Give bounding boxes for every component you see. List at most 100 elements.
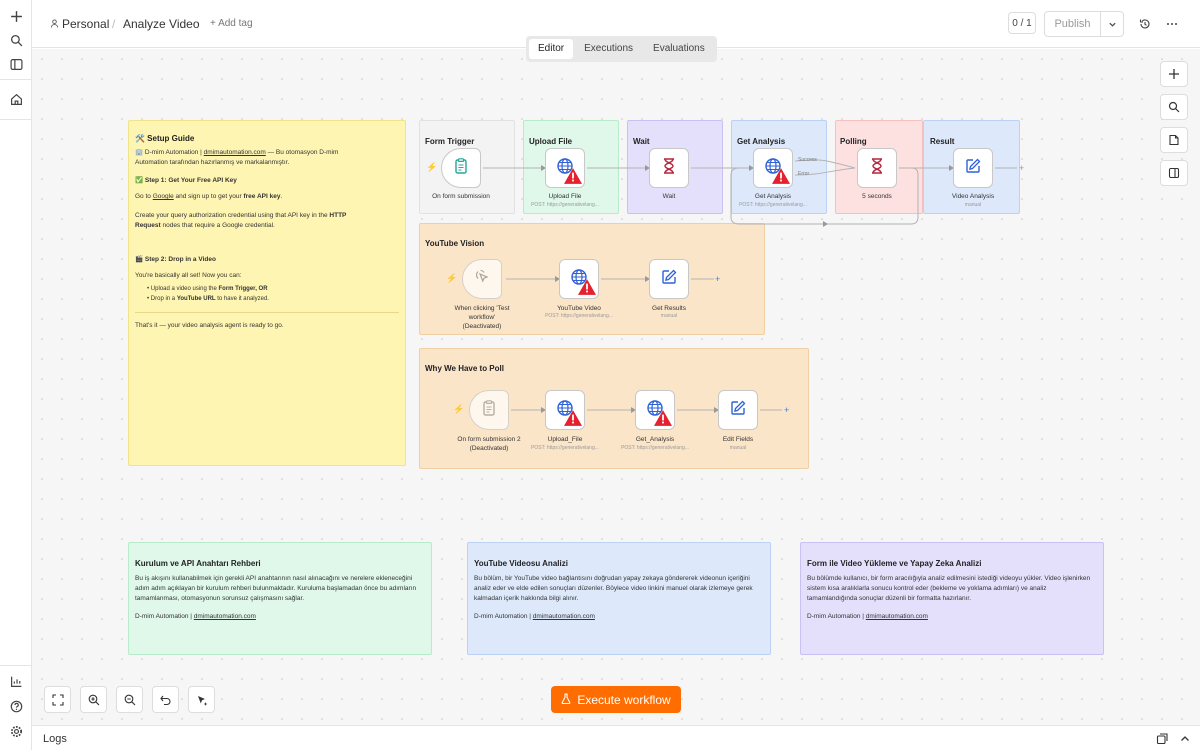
toggle-panel-button[interactable] <box>1160 160 1188 186</box>
zoom-out-button[interactable] <box>116 686 143 713</box>
when-clicking-line2: workflow' <box>468 314 496 321</box>
add-node-plus-icon[interactable]: + <box>784 406 789 415</box>
sub-video-analysis: manual <box>964 202 982 208</box>
note-form-video-brand: D-mim Automation | dmimautomation.com <box>807 612 1097 622</box>
when-clicking-line1: When clicking 'Test <box>454 305 510 312</box>
history-icon[interactable] <box>1139 17 1151 35</box>
label-youtube-video: YouTube Video <box>557 305 601 312</box>
note-youtube-brand: D-mim Automation | dmimautomation.com <box>474 612 764 622</box>
home-icon[interactable] <box>6 89 26 109</box>
workflow-canvas[interactable]: Editor Executions Evaluations 🛠️ Setup G… <box>32 36 1200 725</box>
node-polling[interactable] <box>857 148 897 188</box>
help-icon[interactable] <box>6 696 26 716</box>
note-form-video[interactable]: Form ile Video Yükleme ve Yapay Zeka Ana… <box>800 542 1104 655</box>
node-video-analysis[interactable] <box>953 148 993 188</box>
warning-icon <box>578 279 596 295</box>
node-edit-fields[interactable] <box>718 390 758 430</box>
edit-pencil-icon <box>964 157 982 180</box>
node-wait[interactable] <box>649 148 689 188</box>
workflow-name[interactable]: Analyze Video <box>123 17 200 31</box>
label-get-results: Get Results <box>652 305 686 312</box>
tidy-up-button[interactable] <box>188 686 215 713</box>
publish-split-button: Publish <box>1044 11 1124 37</box>
label-get-analysis: Get Analysis <box>754 193 792 200</box>
node-when-clicking-test[interactable] <box>462 259 502 299</box>
brand-link[interactable]: dmimautomation.com <box>533 613 595 620</box>
more-options-icon[interactable] <box>1166 17 1178 35</box>
sidebar-toggle-icon[interactable] <box>6 54 26 74</box>
node-get-results[interactable] <box>649 259 689 299</box>
node-upload-file-2[interactable] <box>545 390 585 430</box>
sub-get-results: manual <box>660 313 678 319</box>
zoom-in-button[interactable] <box>80 686 107 713</box>
label-edit-fields: Edit Fields <box>722 436 754 443</box>
node-on-form-submission[interactable] <box>441 148 481 188</box>
panel-icon <box>1168 167 1180 179</box>
chevron-up-icon[interactable] <box>1179 732 1191 750</box>
note-youtube-title: YouTube Videosu Analizi <box>474 559 568 568</box>
note-kurulum-title: Kurulum ve API Anahtarı Rehberi <box>135 559 261 568</box>
search-icon <box>1168 101 1180 113</box>
warning-icon <box>654 410 672 426</box>
note-kurulum[interactable]: Kurulum ve API Anahtarı Rehberi Bu iş ak… <box>128 542 432 655</box>
branch-success-label: Success <box>798 157 817 163</box>
add-sticky-button[interactable] <box>1160 127 1188 153</box>
fit-view-button[interactable] <box>44 686 71 713</box>
add-node-plus-icon[interactable]: + <box>715 275 720 284</box>
label-when-clicking: When clicking 'Test workflow' (Deactivated… <box>437 304 527 331</box>
pop-out-icon[interactable] <box>1156 732 1168 750</box>
rail-divider <box>0 79 32 80</box>
cursor-sparkle-icon <box>197 695 207 706</box>
node-on-form-submission-2[interactable] <box>469 390 509 430</box>
when-clicking-line3: (Deactivated) <box>462 323 502 330</box>
sub-edit-fields: manual <box>729 445 747 451</box>
node-get-analysis[interactable] <box>753 148 793 188</box>
search-icon[interactable] <box>6 30 26 50</box>
note-kurulum-brand: D-mim Automation | dmimautomation.com <box>135 612 425 622</box>
label-upload-file-2: Upload_File <box>547 436 583 443</box>
sub-youtube-video: POST: https://generativelang... <box>545 313 613 319</box>
execute-workflow-label: Execute workflow <box>577 692 671 707</box>
warning-icon <box>564 168 582 184</box>
add-tag-button[interactable]: + Add tag <box>210 18 253 29</box>
logs-panel[interactable]: Logs <box>32 725 1200 750</box>
add-node-button[interactable] <box>1160 61 1188 87</box>
node-youtube-video[interactable] <box>559 259 599 299</box>
insights-icon[interactable] <box>6 671 26 691</box>
label-wait: Wait <box>662 193 676 200</box>
node-get-analysis-2[interactable] <box>635 390 675 430</box>
label-get-analysis-2: Get_Analysis <box>635 436 675 443</box>
user-icon <box>50 17 59 31</box>
sub-upload-file-2: POST: https://generativelang... <box>531 445 599 451</box>
add-icon[interactable] <box>6 6 26 26</box>
settings-gear-icon[interactable] <box>6 721 26 741</box>
brand-link[interactable]: dmimautomation.com <box>194 613 256 620</box>
form-clipboard-icon <box>452 157 470 180</box>
execute-workflow-button[interactable]: Execute workflow <box>551 686 681 713</box>
breadcrumb-separator: / <box>112 17 116 31</box>
trigger-bolt-icon: ⚡ <box>426 162 438 172</box>
publish-button[interactable]: Publish <box>1045 12 1101 36</box>
edit-pencil-icon <box>660 268 678 291</box>
cursor-click-icon <box>473 268 491 291</box>
label-on-form-submission: On form submission <box>432 193 490 200</box>
branch-error-label: Error <box>798 171 810 177</box>
version-counter[interactable]: 0 / 1 <box>1008 12 1036 34</box>
zoom-out-icon <box>124 694 135 705</box>
trigger-bolt-icon: ⚡ <box>446 273 458 283</box>
search-nodes-button[interactable] <box>1160 94 1188 120</box>
chevron-down-icon[interactable] <box>1101 12 1123 36</box>
warning-icon <box>772 168 790 184</box>
left-rail <box>0 0 32 750</box>
node-upload-file[interactable] <box>545 148 585 188</box>
trigger-bolt-icon: ⚡ <box>453 404 465 414</box>
note-youtube[interactable]: YouTube Videosu Analizi Bu bölüm, bir Yo… <box>467 542 771 655</box>
undo-button[interactable] <box>152 686 179 713</box>
add-node-plus-icon[interactable]: + <box>1019 164 1024 173</box>
breadcrumb-project[interactable]: Personal <box>62 17 109 31</box>
form2-line2: (Deactivated) <box>469 445 509 452</box>
brand-link[interactable]: dmimautomation.com <box>866 613 928 620</box>
form-clipboard-icon <box>480 399 498 422</box>
zoom-in-icon <box>88 694 99 705</box>
brand-text: D-mim Automation | <box>135 613 192 620</box>
